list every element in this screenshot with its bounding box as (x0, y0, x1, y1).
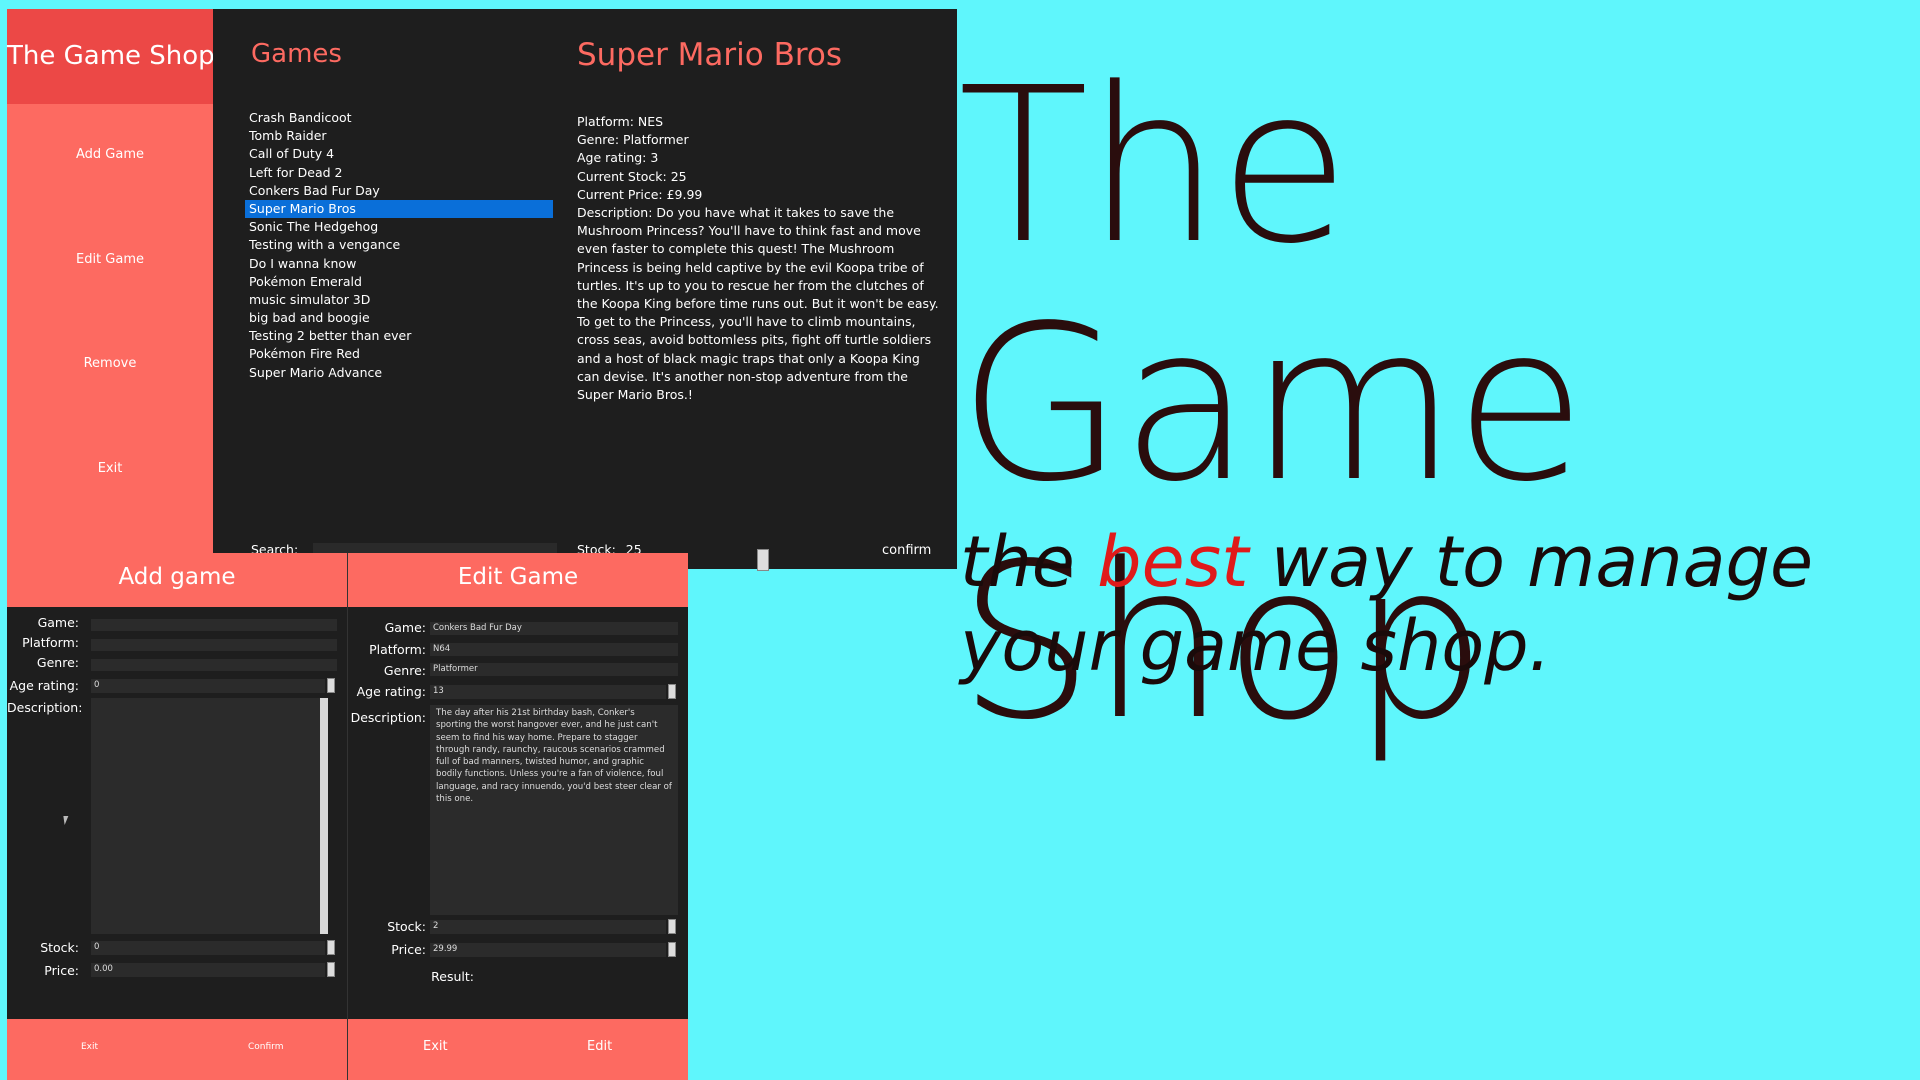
game-list-item[interactable]: Pokémon Emerald (245, 273, 553, 291)
add-game-input[interactable] (91, 619, 337, 631)
add-platform-input[interactable] (91, 639, 337, 651)
edit-genre-label: Genre: (383, 663, 426, 678)
detail-title: Super Mario Bros (577, 37, 843, 73)
add-platform-label: Platform: (22, 635, 79, 650)
edit-exit-button[interactable]: Exit (423, 1019, 448, 1075)
edit-price-input[interactable]: 29.99 (430, 943, 666, 957)
game-list-item[interactable]: Pokémon Fire Red (245, 345, 553, 363)
edit-genre-input[interactable]: Platformer (430, 663, 678, 676)
tagline-best: best (1097, 521, 1249, 603)
edit-description-label: Description: (350, 710, 426, 725)
description-scrollbar[interactable] (320, 698, 328, 934)
detail-body: Platform: NES Genre: Platformer Age rati… (577, 113, 945, 404)
remove-button[interactable]: Remove (7, 356, 213, 371)
edit-description-text: The day after his 21st birthday bash, Co… (436, 708, 672, 805)
games-list: Crash Bandicoot Tomb Raider Call of Duty 4… (245, 109, 553, 382)
edit-stock-label: Stock: (387, 919, 426, 934)
add-age-input[interactable]: 0 (91, 679, 325, 693)
add-price-label: Price: (44, 963, 79, 978)
edit-age-spinner[interactable] (668, 684, 676, 699)
add-exit-button[interactable]: Exit (81, 1019, 98, 1075)
detail-description: Description: Do you have what it takes t… (577, 205, 939, 403)
add-age-spinner[interactable] (327, 678, 335, 693)
add-price-spinner[interactable] (327, 962, 335, 977)
edit-price-spinner[interactable] (668, 942, 676, 957)
detail-genre: Genre: Platformer (577, 132, 689, 148)
games-heading: Games (251, 39, 342, 69)
game-list-item[interactable]: Super Mario Bros (245, 199, 553, 219)
edit-submit-button[interactable]: Edit (587, 1019, 612, 1075)
detail-platform: Platform: NES (577, 114, 664, 129)
edit-age-label: Age rating: (356, 684, 426, 699)
game-list-item[interactable]: Super Mario Advance (245, 364, 553, 382)
edit-description-input[interactable]: The day after his 21st birthday bash, Co… (430, 705, 678, 915)
edit-stock-spinner[interactable] (668, 919, 676, 934)
add-game-label: Game: (37, 615, 79, 630)
hero-tagline: the best way to manage your game shop. (960, 520, 1920, 688)
game-list-item[interactable]: Conkers Bad Fur Day (245, 182, 553, 200)
game-list-item[interactable]: big bad and boogie (245, 309, 553, 327)
add-genre-label: Genre: (36, 655, 79, 670)
detail-price: Current Price: £9.99 (577, 186, 703, 202)
add-window-title: Add game (7, 553, 347, 607)
stock-spinner[interactable] (757, 549, 769, 571)
add-game-button[interactable]: Add Game (7, 147, 213, 162)
game-list-item[interactable]: Tomb Raider (245, 127, 553, 145)
game-list-item[interactable]: Crash Bandicoot (245, 109, 553, 127)
add-game-window: Add game Game: Platform: Genre: Age rati… (7, 553, 347, 1080)
edit-platform-label: Platform: (369, 642, 426, 657)
add-stock-spinner[interactable] (327, 940, 335, 955)
edit-window-title: Edit Game (348, 553, 688, 607)
app-title: The Game Shop (7, 9, 215, 104)
add-description-label: Description: (7, 700, 83, 715)
main-window: The Game Shop Add Game Edit Game Remove … (7, 9, 957, 571)
game-list-item[interactable]: Testing with a vengance (245, 236, 553, 254)
add-age-label: Age rating: (9, 678, 79, 693)
game-list-item[interactable]: Sonic The Hedgehog (245, 218, 553, 236)
edit-game-input[interactable]: Conkers Bad Fur Day (430, 622, 678, 635)
sidebar: The Game Shop Add Game Edit Game Remove … (7, 9, 215, 569)
game-list-item[interactable]: Call of Duty 4 (245, 145, 553, 163)
edit-window-footer: Exit Edit (348, 1019, 688, 1080)
confirm-button[interactable]: confirm (882, 543, 931, 558)
edit-game-label: Game: (384, 620, 426, 635)
edit-game-button[interactable]: Edit Game (7, 252, 213, 267)
add-description-input[interactable] (91, 698, 327, 934)
detail-stock: Current Stock: 25 (577, 168, 687, 184)
add-price-input[interactable]: 0.00 (91, 963, 325, 977)
game-list-item[interactable]: Left for Dead 2 (245, 164, 553, 182)
add-window-footer: Exit Confirm (7, 1019, 347, 1080)
exit-button[interactable]: Exit (7, 461, 213, 476)
edit-platform-input[interactable]: N64 (430, 643, 678, 656)
edit-result-label: Result: (431, 969, 474, 984)
game-list-item[interactable]: Do I wanna know (245, 255, 553, 273)
edit-age-input[interactable]: 13 (430, 685, 666, 699)
game-list-item[interactable]: music simulator 3D (245, 291, 553, 309)
edit-price-label: Price: (391, 942, 426, 957)
add-stock-input[interactable]: 0 (91, 941, 325, 955)
add-stock-label: Stock: (40, 940, 79, 955)
games-panel: Games Crash Bandicoot Tomb Raider Call of … (213, 9, 559, 569)
edit-stock-input[interactable]: 2 (430, 920, 666, 934)
mouse-cursor-icon (63, 816, 73, 825)
add-confirm-button[interactable]: Confirm (248, 1019, 283, 1075)
tagline-start: the (960, 521, 1098, 603)
detail-age-rating: Age rating: 3 (577, 150, 659, 166)
game-list-item[interactable]: Testing 2 better than ever (245, 327, 553, 345)
game-detail-panel: Super Mario Bros Platform: NES Genre: Pl… (559, 9, 957, 569)
add-genre-input[interactable] (91, 659, 337, 671)
edit-game-window: Edit Game Game: Conkers Bad Fur Day Plat… (347, 553, 688, 1080)
